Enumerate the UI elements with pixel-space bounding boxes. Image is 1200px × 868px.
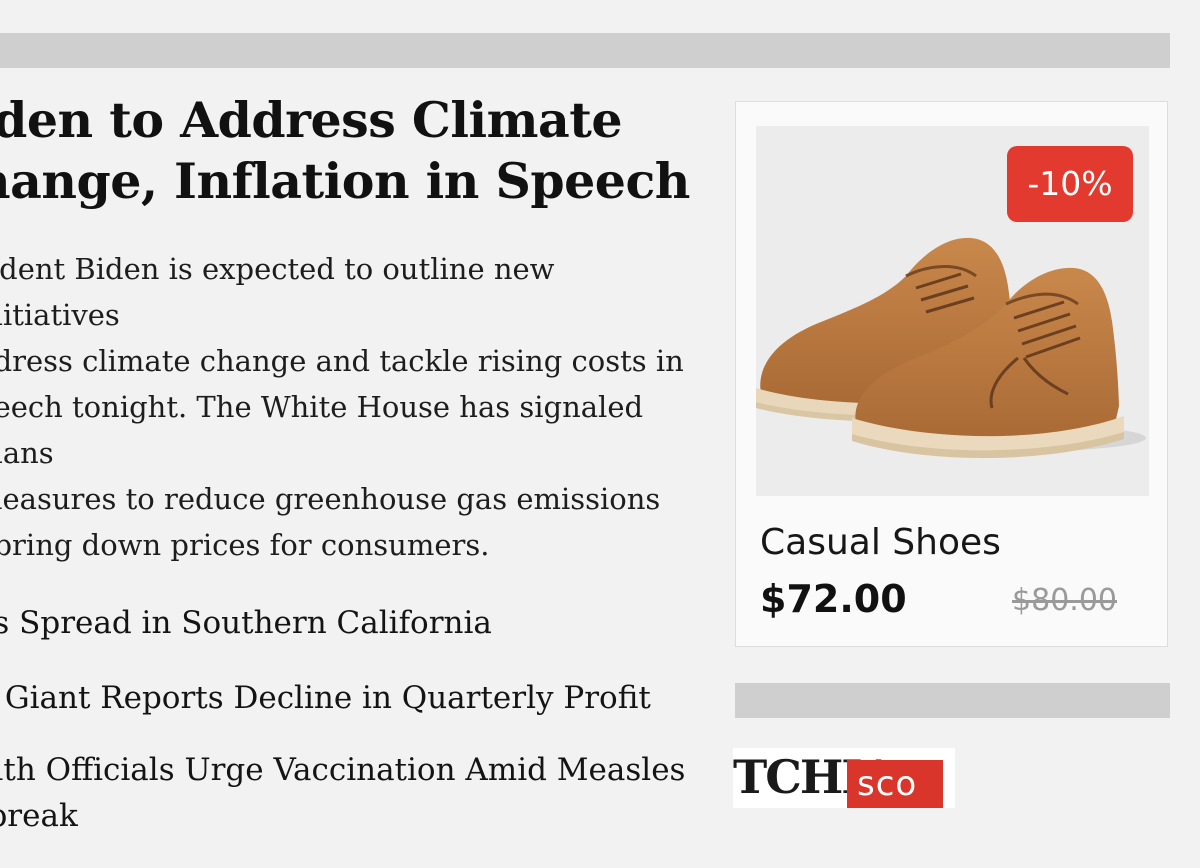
summary-line-3: peech tonight. The White House has signa… (0, 390, 644, 470)
news-article: iden to Address Climate hange, Inflation… (0, 90, 695, 868)
related-headline-wildfires[interactable]: es Spread in Southern California (0, 600, 695, 646)
product-ad-card[interactable]: -10% Casual Shoes $72.00 $80.00 (735, 101, 1168, 647)
product-image[interactable]: -10% (756, 126, 1149, 496)
headline-line-2: hange, Inflation in Speech (0, 152, 690, 210)
discount-badge: -10% (1007, 146, 1133, 222)
product-price: $72.00 (760, 577, 907, 621)
top-placeholder-bar (0, 33, 1170, 68)
article-headline[interactable]: iden to Address Climate hange, Inflation… (0, 90, 695, 212)
product-name[interactable]: Casual Shoes (760, 518, 1001, 568)
related-headline-measles-line-1: alth Officials Urge Vaccination Amid Mea… (0, 752, 686, 788)
brand-logo[interactable]: TCHIA sco (733, 748, 955, 808)
related-headline-tech-profit[interactable]: h Giant Reports Decline in Quarterly Pro… (0, 675, 695, 721)
headline-line-1: iden to Address Climate (0, 91, 623, 149)
summary-line-1: sident Biden is expected to outline new … (0, 252, 555, 332)
summary-line-4: measures to reduce greenhouse gas emissi… (0, 482, 661, 516)
summary-line-2: ddress climate change and tackle rising … (0, 344, 684, 378)
related-headline-measles-line-2: tbreak (0, 798, 78, 834)
related-headline-measles[interactable]: alth Officials Urge Vaccination Amid Mea… (0, 747, 695, 839)
summary-line-5: l bring down prices for consumers. (0, 528, 490, 562)
article-summary: sident Biden is expected to outline new … (0, 246, 695, 568)
related-headlines-list: es Spread in Southern California h Giant… (0, 600, 695, 839)
product-original-price: $80.00 (1012, 583, 1117, 618)
sidebar-placeholder-bar (735, 683, 1170, 718)
brand-logo-tag: sco (847, 760, 943, 808)
